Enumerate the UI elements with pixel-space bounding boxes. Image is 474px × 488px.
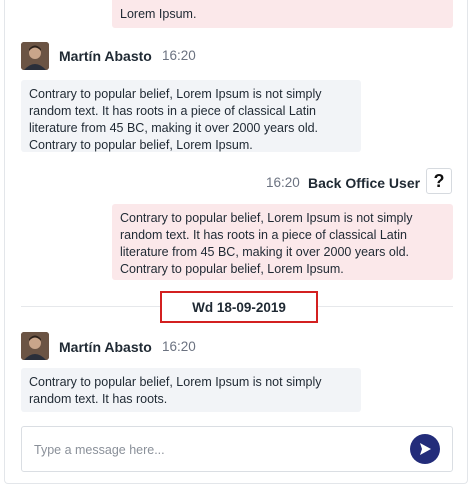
- chat-panel: Lorem Ipsum. Martín Abasto 16:20 Contrar…: [4, 0, 468, 484]
- date-separator: Wd 18-09-2019: [160, 291, 318, 323]
- sender-name: Martín Abasto: [59, 339, 152, 355]
- message-input[interactable]: [32, 440, 396, 460]
- outgoing-message-bubble: Contrary to popular belief, Lorem Ipsum …: [112, 204, 453, 280]
- message-composer: [21, 426, 453, 472]
- outgoing-message-bubble-partial: Lorem Ipsum.: [112, 0, 453, 28]
- date-separator-label: Wd 18-09-2019: [192, 299, 286, 315]
- message-time: 16:20: [162, 48, 196, 63]
- message-text: Lorem Ipsum.: [120, 7, 197, 21]
- user-avatar-icon: [21, 42, 49, 70]
- message-text: Contrary to popular belief, Lorem Ipsum …: [29, 375, 322, 406]
- sender-name: Martín Abasto: [59, 48, 152, 64]
- avatar: [21, 332, 49, 360]
- incoming-message-bubble: Contrary to popular belief, Lorem Ipsum …: [21, 80, 361, 152]
- help-button[interactable]: ?: [426, 168, 452, 194]
- message-time: 16:20: [162, 339, 196, 354]
- incoming-message-bubble: Contrary to popular belief, Lorem Ipsum …: [21, 368, 361, 412]
- send-button[interactable]: [410, 434, 440, 464]
- user-avatar-icon: [21, 332, 49, 360]
- message-time: 16:20: [266, 175, 300, 190]
- sender-name: Back Office User: [308, 175, 421, 191]
- send-arrow-icon: [420, 443, 431, 455]
- message-text: Contrary to popular belief, Lorem Ipsum …: [120, 211, 413, 276]
- avatar: [21, 42, 49, 70]
- message-text: Contrary to popular belief, Lorem Ipsum …: [29, 87, 322, 152]
